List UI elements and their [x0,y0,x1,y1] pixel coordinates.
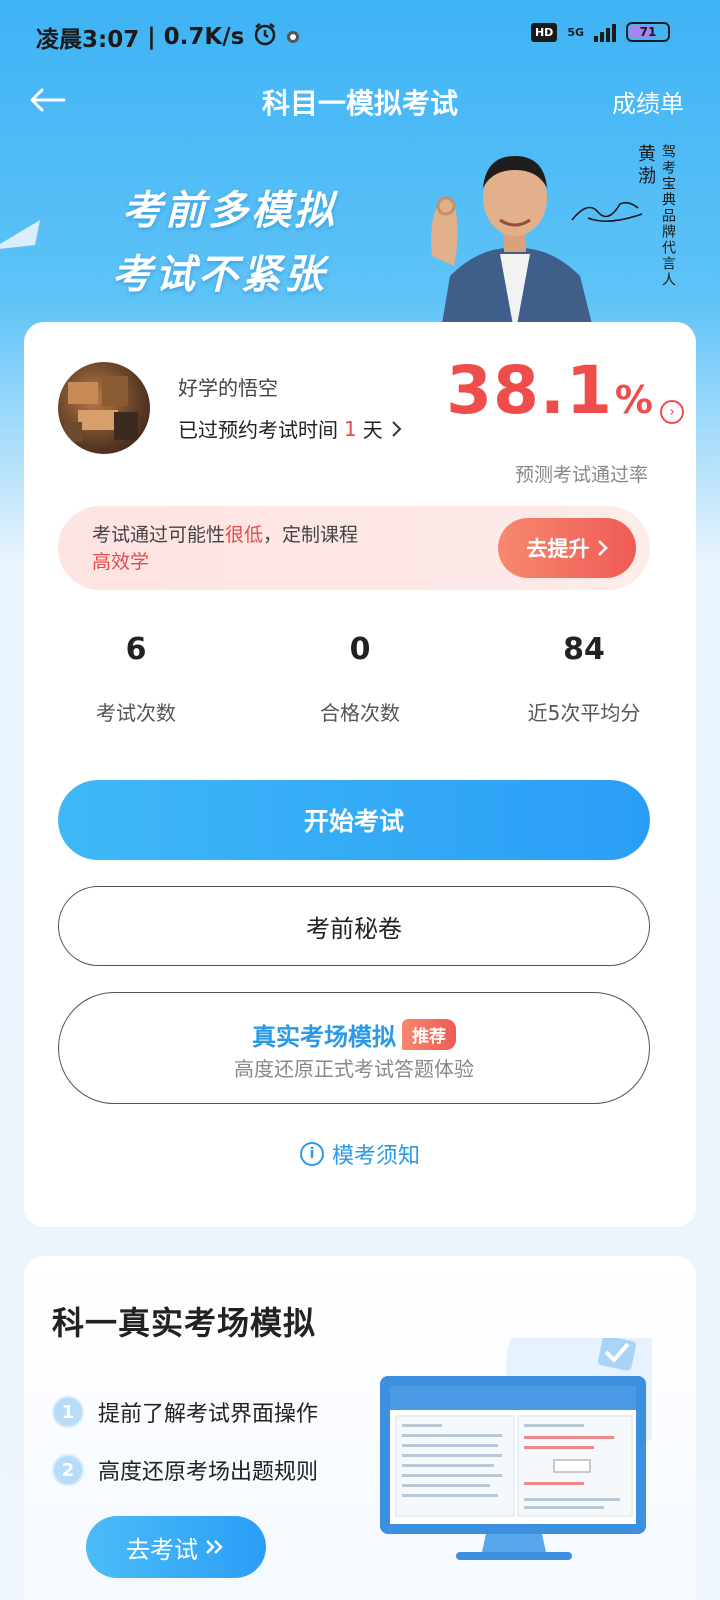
appointment-prefix: 已过预约考试时间 [178,418,338,442]
feature-text: 高度还原考场出题规则 [98,1460,319,1485]
user-name: 好学的悟空 [178,376,278,400]
promo-feature: 2 高度还原考场出题规则 [52,1454,318,1486]
chevron-right-icon [597,540,608,556]
stat-label: 考试次数 [96,701,176,725]
avatar-image [64,376,138,442]
stat-value: 0 [349,632,371,667]
status-bar: 凌晨3:07 | 0.7K/s HD 5G 71 [0,0,720,70]
tip-highlight: 很低 [225,524,264,546]
pass-rate-block[interactable]: 38.1% › 预测考试通过率 [446,352,684,486]
improve-button-label: 去提升 [526,537,590,561]
promo-title: 科一真实考场模拟 [52,1304,317,1342]
info-icon: i [299,1142,324,1166]
pass-rate-label: 预测考试通过率 [514,464,648,486]
improve-button[interactable]: 去提升 [498,518,636,578]
stat-pass-count: 0 合格次数 [248,632,472,726]
pass-rate-chevron-icon: › [660,400,684,424]
tip-prefix: 考试通过可能性 [92,524,226,546]
exam-stats: 6 考试次数 0 合格次数 84 近5次平均分 [24,632,696,726]
exam-notice-label: 模考须知 [331,1144,420,1169]
stat-value: 84 [563,632,605,667]
slogan-line-2: 考试不紧张 [112,252,327,298]
stat-average-score: 84 近5次平均分 [472,632,696,726]
real-sim-title-row: 真实考场模拟 推荐 [59,1017,649,1052]
endorser-photo [431,156,594,330]
appointment-suffix: 天 [362,418,383,442]
notification-dot-icon [286,24,300,50]
real-sim-subtitle: 高度还原正式考试答题体验 [234,1057,474,1081]
pass-rate-unit: % [614,378,654,422]
signal-icon [594,22,616,42]
appointment-status[interactable]: 已过预约考试时间 1 天 [178,414,403,443]
hd-badge: HD [530,22,558,42]
slogan-line-1: 考前多模拟 [122,188,337,234]
feature-number: 2 [52,1454,84,1486]
nav-bar: 科目一模拟考试 成绩单 [0,70,720,130]
promo-banner: 考前多模拟 考试不紧张 黄渤 驾考宝典品牌代言人 [0,130,720,330]
signature-mark [571,201,643,222]
promo-feature: 1 提前了解考试界面操作 [52,1396,318,1428]
secret-paper-button[interactable]: 考前秘卷 [58,886,650,966]
pass-rate: 38.1% [446,352,654,429]
battery-icon: 71 [626,22,670,42]
improvement-tip: 考试通过可能性很低，定制课程 高效学 去提升 [58,506,650,590]
stat-label: 合格次数 [320,701,400,725]
pass-rate-value: 38.1 [446,352,613,429]
exam-notice-link[interactable]: i 模考须知 [24,1138,696,1170]
tip-link[interactable]: 高效学 [92,551,149,573]
status-left: 凌晨3:07 | 0.7K/s [36,20,300,54]
endorser-name: 黄渤 [635,144,656,188]
stat-label: 近5次平均分 [527,701,641,725]
status-time: 凌晨3:07 [36,27,140,53]
recommended-badge: 推荐 [402,1019,456,1050]
go-exam-label: 去考试 [126,1535,198,1564]
exam-screen-illustration [380,1338,652,1560]
exam-summary-card: 好学的悟空 已过预约考试时间 1 天 38.1% › 预测考试通过率 考试通过可… [24,322,696,1227]
chevron-right-icon [392,420,402,437]
brand-ambassador-label: 驾考宝典品牌代言人 [660,144,676,288]
paper-deco-icon [0,220,40,249]
alarm-icon [252,21,278,53]
battery-level: 71 [639,25,657,39]
network-speed: 0.7K/s [163,24,245,50]
stat-value: 6 [125,632,147,667]
feature-number: 1 [52,1396,84,1428]
score-report-link[interactable]: 成绩单 [612,84,684,119]
real-sim-title: 真实考场模拟 [252,1023,396,1051]
appointment-days: 1 [344,416,357,441]
feature-text: 提前了解考试界面操作 [98,1402,319,1427]
double-chevron-right-icon [206,1540,223,1554]
go-exam-button[interactable]: 去考试 [86,1516,266,1578]
avatar[interactable] [58,362,150,454]
network-type: 5G [567,25,584,39]
start-exam-button[interactable]: 开始考试 [58,780,650,860]
status-right: HD 5G 71 [530,22,670,42]
tip-text: 考试通过可能性很低，定制课程 高效学 [92,522,412,576]
stat-exam-count: 6 考试次数 [24,632,248,726]
real-exam-promo-card: 科一真实考场模拟 1 提前了解考试界面操作 2 高度还原考场出题规则 去考试 [24,1256,696,1600]
tip-middle: ，定制课程 [263,524,359,546]
status-divider: | [147,24,156,50]
real-exam-simulation-button[interactable]: 真实考场模拟 推荐 高度还原正式考试答题体验 [58,992,650,1104]
